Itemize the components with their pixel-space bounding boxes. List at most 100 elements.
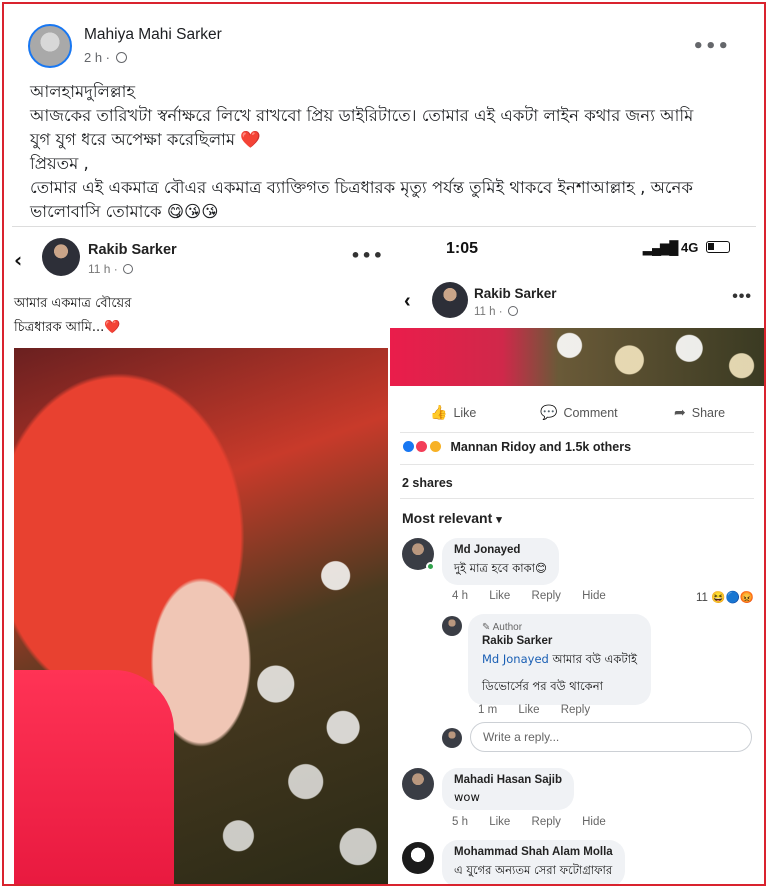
comment-bubble: Mohammad Shah Alam Molla এ যুগের অন্যতম … (442, 840, 625, 884)
sort-label: Most relevant (402, 510, 493, 526)
photo-dress (14, 670, 174, 884)
author-name: Rakib Sarker (474, 286, 557, 301)
more-dots-icon: ••• (732, 288, 752, 305)
author-name: Rakib Sarker (88, 242, 177, 258)
post-header: Mahiya Mahi Sarker 2 h · ••• (28, 24, 744, 74)
comment-text: wow (454, 790, 480, 804)
comment-time: 4 h (452, 590, 468, 602)
globe-icon (507, 306, 518, 316)
caption-line: আমার একমাত্র বৌয়ের (14, 296, 132, 311)
avatar (402, 842, 434, 874)
post-time-text: 11 h · (474, 306, 503, 318)
comment-time: 5 h (452, 816, 468, 828)
author-name[interactable]: Mahiya Mahi Sarker (84, 26, 222, 44)
battery-icon (706, 241, 730, 253)
comment-button: 💬 Comment (540, 404, 618, 421)
chevron-down-icon: ▾ (496, 514, 502, 526)
comment-bubble: Md Jonayed দুই মাত্র হবে কাকা😊 (442, 538, 559, 585)
divider (400, 464, 754, 465)
post-text-line: তোমার এই একমাত্র বৌএর একমাত্র ব্যাক্তিগত… (30, 178, 693, 197)
post-text-line: যুগ যুগ ধরে অপেক্ষা করেছিলাম ❤️ (30, 130, 261, 149)
online-status-icon (426, 562, 435, 571)
comment-bubble: Mahadi Hasan Sajib wow (442, 768, 575, 810)
reply-input: Write a reply... (470, 722, 752, 752)
comment-reply-button: Reply (531, 590, 561, 602)
post-text-line: আজকের তারিখটা স্বর্নাক্ষরে লিখে রাখবো প্… (30, 106, 694, 125)
comment-author: Rakib Sarker (482, 635, 553, 647)
post-time: 11 h · (474, 306, 518, 318)
avatar (442, 728, 462, 748)
globe-icon (123, 264, 134, 274)
post-text-line: প্রিয়তম , (30, 154, 89, 173)
comment-actions: 4 h Like Reply Hide (452, 590, 624, 602)
comment-time: 1 m (478, 704, 498, 716)
comment-text: দুই মাত্র হবে কাকা😊 (454, 561, 547, 575)
avatar (42, 238, 80, 276)
share-button: ➦ Share (674, 404, 725, 421)
caption-line: চিত্রধারক আমি...❤️ (14, 320, 121, 335)
comment-like-button: Like (518, 704, 540, 716)
portrait-photo (14, 348, 388, 884)
comment-reply-button: Reply (531, 816, 561, 828)
chevron-left-icon: ‹ (14, 248, 23, 272)
avatar[interactable] (28, 24, 72, 68)
thumbs-up-icon: 👍 (430, 404, 448, 420)
left-screenshot[interactable]: ‹ Rakib Sarker 11 h · ••• আমার একমাত্র ব… (12, 228, 388, 884)
more-dots-icon: ••• (350, 246, 384, 265)
haha-reaction-icon (428, 440, 442, 453)
share-icon: ➦ (674, 404, 686, 420)
comment-actions: 1 m Like Reply (478, 704, 608, 716)
comment-like-button: Like (489, 590, 511, 602)
post-time-text: 11 h · (88, 262, 118, 276)
comment-reaction-count: 11 😆🔵😡 (696, 592, 755, 604)
status-time: 1:05 (446, 240, 479, 257)
chevron-left-icon: ‹ (404, 290, 411, 312)
comment-text-line: আমার বউ একটাই (552, 652, 637, 666)
network-label: 4G (681, 240, 699, 255)
comment-hide-button: Hide (582, 816, 606, 828)
caption: আমার একমাত্র বৌয়ের চিত্রধারক আমি...❤️ (14, 292, 131, 340)
reactions-summary: Mannan Ridoy and 1.5k others (402, 440, 631, 454)
post-frame: Mahiya Mahi Sarker 2 h · ••• আলহামদুলিল্… (2, 2, 766, 886)
like-button: 👍 Like (430, 404, 476, 421)
comment-text: Md Jonayed আমার বউ একটাই (482, 651, 637, 670)
comment-author: Md Jonayed (454, 544, 521, 556)
right-screenshot[interactable]: 1:05 ▂▄▆█ 4G ‹ Rakib Sarker 11 h · ••• 👍… (390, 228, 764, 884)
sort-selector: Most relevant ▾ (402, 510, 502, 526)
author-tag: ✎ Author (482, 622, 637, 633)
globe-icon (115, 52, 127, 63)
comment-icon: 💬 (540, 404, 558, 420)
comment-text-line: ডিভোর্সের পর বউ থাকেনা (482, 679, 603, 693)
action-bar: 👍 Like 💬 Comment ➦ Share (390, 398, 764, 428)
signal-icon: ▂▄▆█ (642, 240, 678, 255)
mention-link: Md Jonayed (482, 652, 549, 666)
like-reaction-icon (402, 440, 415, 453)
comment-bubble: ✎ Author Rakib Sarker Md Jonayed আমার বউ… (468, 614, 651, 705)
shares-count: 2 shares (402, 476, 453, 490)
status-bar-right: ▂▄▆█ 4G (643, 240, 730, 256)
comment-author: Mahadi Hasan Sajib (454, 774, 563, 786)
divider (400, 432, 754, 433)
post-text: আলহামদুলিল্লাহ আজকের তারিখটা স্বর্নাক্ষর… (30, 80, 738, 224)
reactions-label: Mannan Ridoy and 1.5k others (450, 440, 632, 454)
post-meta: 2 h · (84, 50, 127, 65)
like-label: Like (453, 406, 477, 420)
post-time: 11 h · (88, 262, 134, 276)
avatar (432, 282, 468, 318)
comment-hide-button: Hide (582, 590, 606, 602)
post-time[interactable]: 2 h · (84, 50, 110, 65)
author-tag-label: Author (492, 622, 523, 633)
love-reaction-icon (415, 440, 429, 453)
more-dots-icon[interactable]: ••• (692, 36, 730, 57)
comment-author: Mohammad Shah Alam Molla (454, 846, 613, 858)
comment-text: এ যুগের অন্যতম সেরা ফটোগ্রাফার (454, 863, 613, 877)
comment-actions: 5 h Like Reply Hide (452, 816, 624, 828)
pencil-icon: ✎ (482, 622, 493, 633)
photo-strip (390, 328, 764, 386)
post-text-line: আলহামদুলিল্লাহ (30, 82, 136, 101)
avatar (402, 768, 434, 800)
post-text-line: ভালোবাসি তোমাকে 😋😘😘 (30, 202, 219, 221)
avatar (442, 616, 462, 636)
comment-label: Comment (563, 406, 618, 420)
comment-reply-button: Reply (560, 704, 591, 716)
